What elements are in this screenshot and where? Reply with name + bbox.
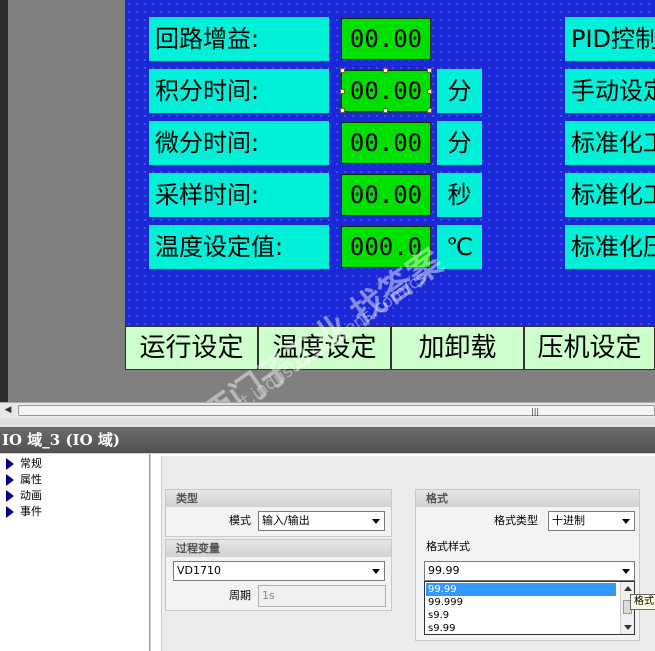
- label-loop-gain[interactable]: 回路增益:: [149, 17, 329, 61]
- dropdown-option[interactable]: 99.99: [426, 583, 616, 596]
- grip-icon: |||: [531, 407, 540, 416]
- format-pattern-dropdown[interactable]: 99.99 99.999 s9.9 s9.99: [424, 581, 635, 635]
- app-root: 回路增益: 00.00 PID控制 积分时间: 00.00 分 手动设定 微分时…: [0, 0, 655, 651]
- label-standardize-1[interactable]: 标准化工: [565, 121, 655, 165]
- label-standardize-3[interactable]: 标准化压: [565, 225, 655, 269]
- tree-item-animation[interactable]: 动画: [6, 488, 42, 504]
- arrow-right-icon: [6, 490, 14, 502]
- io-field-sample-time[interactable]: 00.00: [341, 174, 431, 216]
- label-derivative-time[interactable]: 微分时间:: [149, 121, 329, 165]
- selection-handle[interactable]: [340, 68, 345, 73]
- selection-handle[interactable]: [383, 68, 388, 73]
- unit-derivative-time[interactable]: 分: [437, 121, 482, 165]
- label-sample-time[interactable]: 采样时间:: [149, 173, 329, 217]
- chevron-down-icon[interactable]: [619, 513, 633, 529]
- cycle-field[interactable]: 1s: [258, 585, 386, 607]
- format-pattern-select[interactable]: 99.99: [424, 561, 635, 581]
- left-panel-edge: [0, 0, 8, 402]
- unit-sample-time[interactable]: 秒: [437, 173, 482, 217]
- format-group-title: 格式: [416, 490, 639, 507]
- format-type-value: 十进制: [552, 514, 585, 527]
- selection-handle[interactable]: [427, 108, 432, 113]
- chevron-down-icon[interactable]: [369, 513, 383, 529]
- process-variable-title: 过程变量: [166, 540, 391, 557]
- io-field-integral-time[interactable]: 00.00: [340, 69, 432, 113]
- scroll-left-arrow-icon[interactable]: ◀: [0, 403, 16, 418]
- tree-item-label: 动画: [20, 489, 42, 502]
- mode-select[interactable]: 输入/输出: [258, 511, 385, 531]
- tree-item-events[interactable]: 事件: [6, 504, 42, 520]
- button-load-unload[interactable]: 加卸载: [391, 326, 524, 370]
- properties-title-bar: IO 域_3 (IO 域): [0, 427, 655, 453]
- label-standardize-2[interactable]: 标准化工: [565, 173, 655, 217]
- dropdown-option[interactable]: 99.999: [426, 596, 616, 609]
- tree-item-general[interactable]: 常规: [6, 456, 42, 472]
- arrow-right-icon: [6, 506, 14, 518]
- label-integral-time[interactable]: 积分时间:: [149, 69, 329, 113]
- label-temp-setpoint[interactable]: 温度设定值:: [149, 225, 329, 269]
- dropdown-option[interactable]: s9.99: [426, 622, 616, 635]
- button-run-settings[interactable]: 运行设定: [125, 326, 258, 370]
- tree-item-properties[interactable]: 属性: [6, 472, 42, 488]
- property-category-tree: 常规 属性 动画 事件: [0, 454, 150, 651]
- io-field-temp-setpoint[interactable]: 000.0: [341, 226, 431, 268]
- scroll-up-icon[interactable]: [624, 586, 632, 591]
- selection-handle[interactable]: [383, 108, 388, 113]
- tooltip: 格式: [630, 594, 655, 610]
- label-pid-control[interactable]: PID控制: [565, 17, 655, 61]
- button-press-settings[interactable]: 压机设定: [524, 326, 655, 370]
- mode-label: 模式: [229, 514, 251, 527]
- scroll-down-icon[interactable]: [624, 625, 632, 630]
- tree-item-label: 属性: [20, 473, 42, 486]
- io-field-loop-gain[interactable]: 00.00: [341, 18, 431, 60]
- format-type-label: 格式类型: [494, 514, 538, 527]
- label-manual-setting[interactable]: 手动设定: [565, 69, 655, 113]
- selection-handle[interactable]: [427, 68, 432, 73]
- arrow-right-icon: [6, 474, 14, 486]
- tree-item-label: 事件: [20, 505, 42, 518]
- format-pattern-value: 99.99: [428, 564, 460, 577]
- selection-handle[interactable]: [340, 108, 345, 113]
- process-tag-value: VD1710: [177, 564, 221, 577]
- selection-handle[interactable]: [427, 89, 432, 94]
- format-type-select[interactable]: 十进制: [548, 511, 635, 531]
- arrow-right-icon: [6, 458, 14, 470]
- format-pattern-label: 格式样式: [426, 540, 470, 553]
- selection-handle[interactable]: [340, 89, 345, 94]
- scrollbar-thumb[interactable]: |||: [18, 405, 655, 416]
- splitter[interactable]: [0, 418, 655, 427]
- tree-item-label: 常规: [20, 457, 42, 470]
- button-temp-settings[interactable]: 温度设定: [258, 326, 391, 370]
- type-group-title: 类型: [166, 490, 391, 507]
- chevron-down-icon[interactable]: [619, 563, 633, 579]
- process-tag-select[interactable]: VD1710: [173, 561, 385, 581]
- cycle-label: 周期: [229, 589, 251, 602]
- canvas-horizontal-scrollbar[interactable]: ◀ |||: [0, 402, 655, 418]
- unit-temp-setpoint[interactable]: ℃: [437, 225, 482, 269]
- mode-select-value: 输入/输出: [262, 514, 310, 527]
- dropdown-option[interactable]: s9.9: [426, 609, 616, 622]
- io-field-derivative-time[interactable]: 00.00: [341, 122, 431, 164]
- unit-integral-time[interactable]: 分: [437, 69, 482, 113]
- chevron-down-icon[interactable]: [369, 563, 383, 579]
